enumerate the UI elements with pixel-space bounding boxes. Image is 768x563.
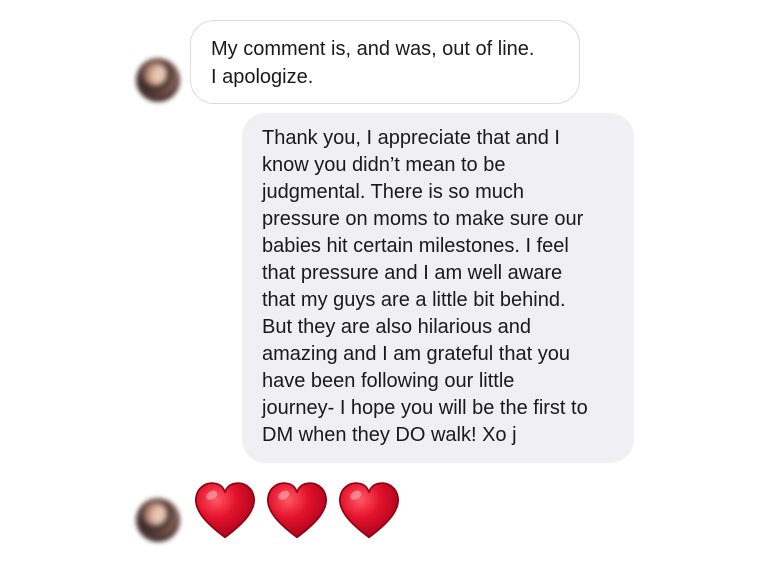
message-text-line: pressure on moms to make sure our: [262, 208, 584, 230]
incoming-message-bubble[interactable]: My comment is, and was, out of line. I a…: [190, 20, 580, 104]
message-text-line: that my guys are a little bit behind.: [262, 289, 566, 311]
message-text-line: judgmental. There is so much: [262, 181, 524, 203]
message-text-line: DM when they DO walk! Xo j: [262, 424, 517, 446]
red-heart-icon: [264, 478, 330, 544]
message-text-line: babies hit certain milestones. I feel: [262, 235, 569, 257]
sender-avatar[interactable]: [136, 58, 180, 102]
red-heart-icon: [336, 478, 402, 544]
message-text-line: I apologize.: [211, 66, 314, 88]
message-text-line: amazing and I am grateful that you: [262, 343, 570, 365]
sender-avatar[interactable]: [136, 498, 180, 542]
outgoing-message-bubble[interactable]: Thank you, I appreciate that and I know …: [242, 113, 634, 463]
message-text-line: know you didn’t mean to be: [262, 154, 506, 176]
message-text-line: have been following our little: [262, 370, 515, 392]
message-text-line: Thank you, I appreciate that and I: [262, 127, 560, 149]
chat-thread: My comment is, and was, out of line. I a…: [0, 0, 768, 563]
message-text-line: that pressure and I am well aware: [262, 262, 563, 284]
emoji-message[interactable]: [192, 478, 412, 550]
message-text-line: But they are also hilarious and: [262, 316, 532, 338]
red-heart-icon: [192, 478, 258, 544]
avatar-photo-detail: [140, 500, 176, 538]
avatar-photo-detail: [140, 60, 176, 98]
message-text-line: My comment is, and was, out of line.: [211, 38, 535, 60]
message-text-line: journey- I hope you will be the first to: [262, 397, 588, 419]
